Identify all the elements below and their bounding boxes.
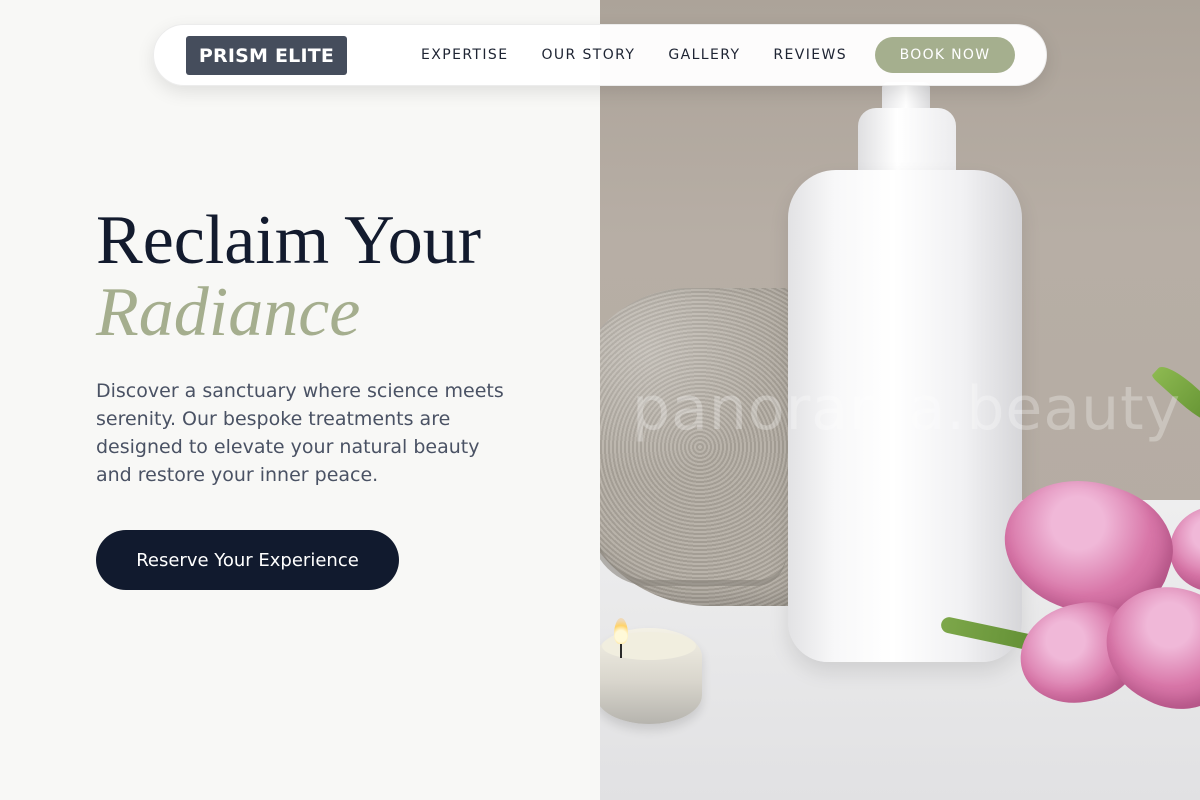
nav-link-expertise[interactable]: EXPERTISE bbox=[421, 47, 508, 63]
brand-logo[interactable]: PRISM ELITE bbox=[186, 36, 347, 75]
towel-fold-graphic bbox=[600, 440, 786, 586]
hero-headline-accent: Radiance bbox=[96, 274, 361, 351]
hero-description: Discover a sanctuary where science meets… bbox=[96, 380, 504, 486]
hero-headline: Reclaim Your Radiance bbox=[96, 205, 481, 349]
candle-flame-graphic bbox=[614, 618, 628, 644]
page: Reclaim Your Radiance Discover a sanctua… bbox=[0, 0, 1200, 800]
hero-headline-line1: Reclaim Your bbox=[96, 202, 481, 279]
nav-link-gallery[interactable]: GALLERY bbox=[668, 47, 740, 63]
image-watermark: panorama.beauty bbox=[632, 374, 1182, 444]
nav-link-our-story[interactable]: OUR STORY bbox=[541, 47, 635, 63]
reserve-experience-button[interactable]: Reserve Your Experience bbox=[96, 530, 399, 590]
nav-link-reviews[interactable]: REVIEWS bbox=[773, 47, 847, 63]
nav-links: EXPERTISE OUR STORY GALLERY REVIEWS bbox=[421, 25, 847, 85]
book-now-button[interactable]: BOOK NOW bbox=[875, 37, 1015, 73]
hero-image: panorama.beauty bbox=[600, 0, 1200, 800]
top-navigation: PRISM ELITE EXPERTISE OUR STORY GALLERY … bbox=[153, 24, 1047, 86]
hero-content: Reclaim Your Radiance Discover a sanctua… bbox=[0, 0, 600, 800]
